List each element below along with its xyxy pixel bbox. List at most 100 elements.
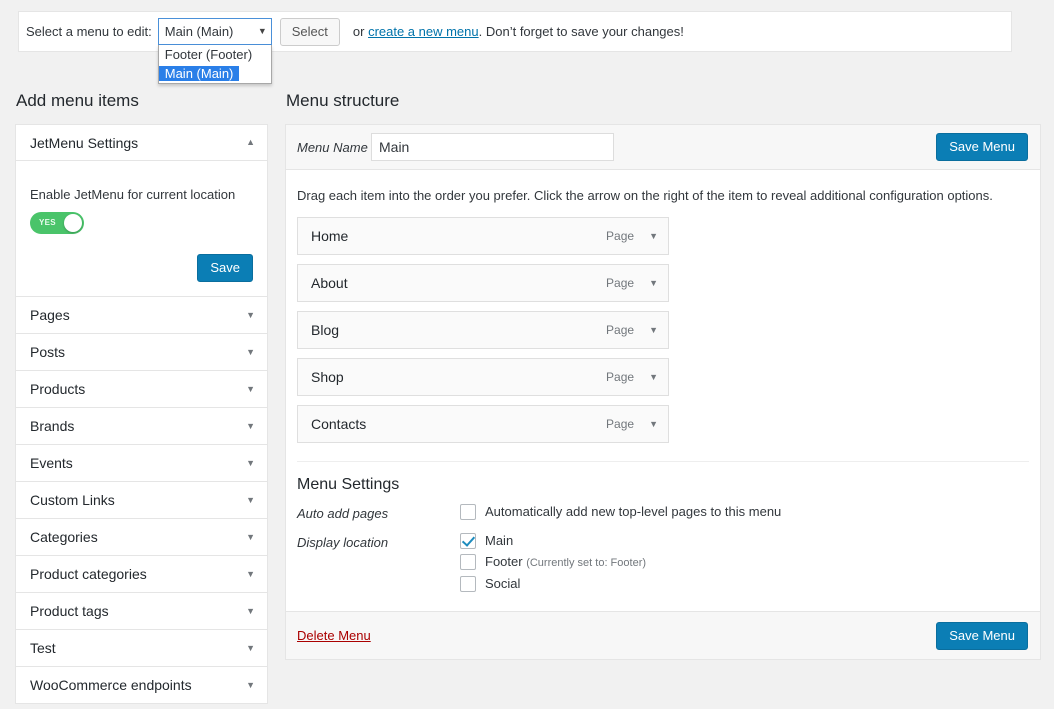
menu-select-option-main[interactable]: Main (Main)	[159, 66, 240, 81]
accordion-header-woocommerce-endpoints[interactable]: WooCommerce endpoints▼	[16, 667, 267, 703]
display-location-label: Display location	[297, 533, 460, 597]
display-location-checkbox-main[interactable]	[460, 533, 476, 549]
chevron-down-icon[interactable]: ▼	[246, 681, 255, 690]
chevron-down-icon[interactable]: ▼	[649, 326, 658, 335]
accordion-panel: Product tags▼	[15, 592, 268, 630]
chevron-down-icon[interactable]: ▼	[246, 496, 255, 505]
menu-item-title: Home	[311, 228, 606, 244]
menu-item-row[interactable]: ContactsPage▼	[297, 405, 669, 443]
menu-item-row[interactable]: AboutPage▼	[297, 264, 669, 302]
menu-item-row[interactable]: ShopPage ▼	[297, 358, 669, 396]
accordion-header-pages[interactable]: Pages▼	[16, 297, 267, 333]
accordion-title: Posts	[30, 344, 246, 360]
jetmenu-save-button[interactable]: Save	[197, 254, 253, 282]
accordion-header-posts[interactable]: Posts▼	[16, 334, 267, 370]
display-location-text: Main	[485, 533, 513, 549]
menu-select-wrapper: Main (Main) ▼ Footer (Footer) Main (Main…	[158, 18, 272, 45]
accordion-title: WooCommerce endpoints	[30, 677, 246, 693]
drag-instructions: Drag each item into the order you prefer…	[286, 170, 1040, 217]
jetmenu-save-row: Save	[30, 254, 253, 282]
accordion-panel: Posts▼	[15, 333, 268, 371]
display-location-text: Social	[485, 576, 520, 592]
accordion-header-test[interactable]: Test▼	[16, 630, 267, 666]
select-menu-label: Select a menu to edit:	[26, 24, 152, 39]
create-a-new-menu-link[interactable]: create a new menu	[368, 24, 479, 39]
accordion-header-product-categories[interactable]: Product categories▼	[16, 556, 267, 592]
accordion-title: Product tags	[30, 603, 246, 619]
menu-item-title: Shop	[311, 369, 606, 385]
chevron-down-icon[interactable]: ▼	[246, 385, 255, 394]
auto-add-pages-field: Automatically add new top-level pages to…	[460, 504, 1040, 525]
chevron-down-icon[interactable]: ▼	[649, 232, 658, 241]
accordion-title: Pages	[30, 307, 246, 323]
display-location-name: Social	[485, 576, 520, 591]
menu-select-value: Main (Main)	[165, 24, 254, 39]
menu-select-dropdown[interactable]: Main (Main) ▼	[158, 18, 272, 45]
create-menu-suffix: . Don’t forget to save your changes!	[479, 24, 684, 39]
chevron-down-icon[interactable]: ▼	[246, 644, 255, 653]
menu-structure-box: Menu Name Save Menu Drag each item into …	[285, 124, 1041, 660]
display-location-line: Main	[460, 533, 1040, 549]
accordion-header-categories[interactable]: Categories▼	[16, 519, 267, 555]
accordion-panel: Pages▼	[15, 296, 268, 334]
display-location-options: Main Footer (Currently set to: Footer) Soc…	[460, 533, 1040, 597]
select-button[interactable]: Select	[280, 18, 340, 46]
chevron-down-icon[interactable]: ▼	[649, 279, 658, 288]
auto-add-pages-label: Auto add pages	[297, 504, 460, 525]
menu-item-type: Page	[606, 417, 634, 431]
accordion-header-products[interactable]: Products▼	[16, 371, 267, 407]
chevron-down-icon[interactable]: ▼	[246, 533, 255, 542]
menu-name-input[interactable]	[371, 133, 614, 161]
save-menu-button-top[interactable]: Save Menu	[936, 133, 1028, 161]
jetmenu-settings-title: JetMenu Settings	[30, 135, 246, 151]
chevron-down-icon[interactable]: ▼	[246, 422, 255, 431]
auto-add-pages-row: Auto add pages Automatically add new top…	[286, 504, 1040, 525]
display-location-name: Footer	[485, 554, 523, 569]
add-menu-items-heading: Add menu items	[16, 92, 139, 109]
menu-item-row[interactable]: BlogPage▼	[297, 311, 669, 349]
chevron-down-icon[interactable]: ▼	[246, 311, 255, 320]
toggle-knob	[64, 214, 82, 232]
accordion-header-events[interactable]: Events▼	[16, 445, 267, 481]
accordion-title: Products	[30, 381, 246, 397]
menu-item-row[interactable]: HomePage▼	[297, 217, 669, 255]
chevron-down-icon[interactable]: ▼	[649, 373, 658, 382]
chevron-down-icon[interactable]: ▼	[246, 570, 255, 579]
auto-add-pages-checkbox[interactable]	[460, 504, 476, 520]
chevron-down-icon[interactable]: ▼	[246, 607, 255, 616]
menu-item-type: Page	[606, 370, 634, 384]
chevron-down-icon[interactable]: ▼	[246, 348, 255, 357]
menu-select-bar: Select a menu to edit: Main (Main) ▼ Foo…	[18, 11, 1012, 52]
enable-jetmenu-toggle[interactable]: YES	[30, 212, 84, 234]
jetmenu-settings-panel: JetMenu Settings ▲ Enable JetMenu for cu…	[15, 124, 268, 297]
accordion-panel: WooCommerce endpoints▼	[15, 666, 268, 704]
menu-items-list: HomePage▼AboutPage▼BlogPage▼ShopPage▼Con…	[286, 217, 1040, 443]
accordion-panel: Products▼	[15, 370, 268, 408]
accordion-header-custom-links[interactable]: Custom Links▼	[16, 482, 267, 518]
display-location-checkbox-footer[interactable]	[460, 554, 476, 570]
accordion-panel: Test▼	[15, 629, 268, 667]
save-menu-button-bottom[interactable]: Save Menu	[936, 622, 1028, 650]
chevron-down-icon[interactable]: ▼	[649, 420, 658, 429]
accordion-title: Test	[30, 640, 246, 656]
accordion-title: Brands	[30, 418, 246, 434]
menu-structure-heading: Menu structure	[286, 92, 399, 109]
chevron-up-icon[interactable]: ▲	[246, 138, 255, 147]
accordion-panel: Categories▼	[15, 518, 268, 556]
display-location-note: (Currently set to: Footer)	[526, 557, 646, 569]
delete-menu-link[interactable]: Delete Menu	[297, 628, 371, 643]
accordion-title: Events	[30, 455, 246, 471]
jetmenu-settings-header[interactable]: JetMenu Settings ▲	[16, 125, 267, 161]
accordion-header-brands[interactable]: Brands▼	[16, 408, 267, 444]
display-location-name: Main	[485, 533, 513, 548]
enable-jetmenu-label: Enable JetMenu for current location	[30, 187, 253, 202]
display-location-checkbox-social[interactable]	[460, 576, 476, 592]
accordion-panel: Product categories▼	[15, 555, 268, 593]
chevron-down-icon[interactable]: ▼	[246, 459, 255, 468]
display-location-line: Social	[460, 576, 1040, 592]
accordion-header-product-tags[interactable]: Product tags▼	[16, 593, 267, 629]
accordion-title: Categories	[30, 529, 246, 545]
menu-item-title: About	[311, 275, 606, 291]
menu-select-option-footer[interactable]: Footer (Footer)	[159, 47, 258, 62]
accordion-panel: Events▼	[15, 444, 268, 482]
